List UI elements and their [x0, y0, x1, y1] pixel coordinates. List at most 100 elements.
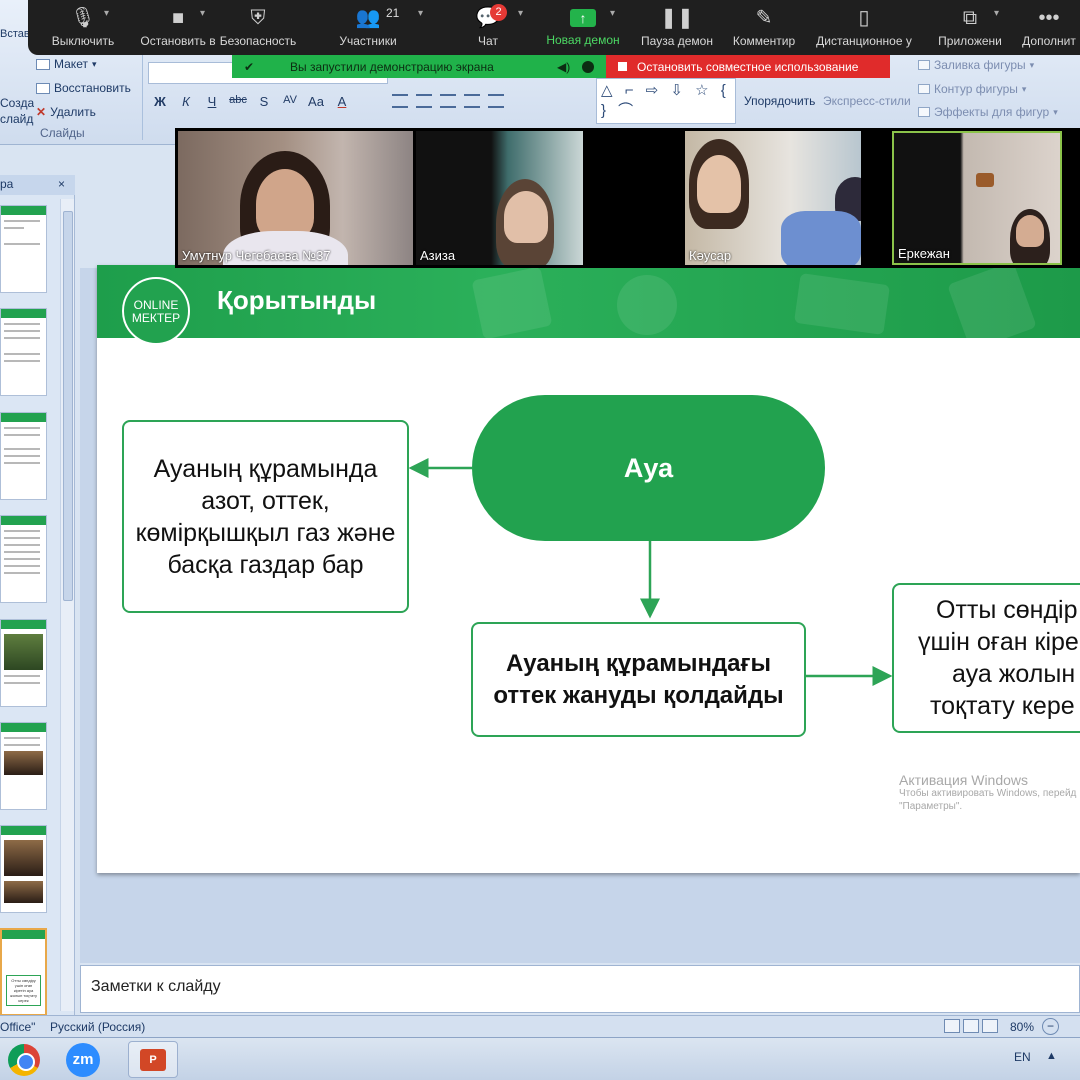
- justify-icon[interactable]: [464, 94, 480, 108]
- participant-face: [697, 155, 741, 213]
- normal-view-icon[interactable]: [944, 1019, 960, 1033]
- chat-icon: 💬: [475, 7, 501, 29]
- pin-icon: ✔: [244, 59, 255, 74]
- slide-thumbnail-selected[interactable]: Отты сөндіру үшін оған кіретін ауа жолын…: [0, 928, 47, 1016]
- current-slide[interactable]: ONLINE МЕКТЕР Қорытынды Ауа Ауаның құрам…: [97, 265, 1080, 873]
- chevron-down-icon[interactable]: ▾: [104, 8, 109, 19]
- chevron-down-icon[interactable]: ▾: [418, 8, 423, 19]
- strikethrough-button[interactable]: abc: [228, 94, 248, 109]
- layout-button[interactable]: Макет ▾: [36, 57, 97, 71]
- chrome-icon: [8, 1044, 40, 1076]
- security-button[interactable]: ⛨ Безопасность: [218, 0, 298, 55]
- zoom-taskbar-button[interactable]: zm: [64, 1041, 104, 1078]
- participant-face: [1016, 215, 1044, 247]
- shield-icon: [582, 60, 594, 73]
- slide-thumbnail[interactable]: [0, 205, 47, 293]
- delete-slide-button[interactable]: ✕ Удалить: [36, 105, 96, 119]
- shape-effects-button[interactable]: Эффекты для фигур ▾: [918, 105, 1058, 119]
- slide-thumbnail[interactable]: [0, 412, 47, 500]
- chat-button[interactable]: 💬 Чат: [458, 0, 518, 55]
- case-button[interactable]: Aa: [306, 94, 326, 109]
- zoom-level[interactable]: 80%: [1010, 1020, 1034, 1034]
- slideshow-icon[interactable]: [982, 1019, 998, 1033]
- slides-tab[interactable]: ра: [0, 177, 13, 191]
- annotate-button[interactable]: ✎ Комментир: [726, 0, 802, 55]
- align-right-icon[interactable]: [440, 94, 456, 108]
- speaker-icon[interactable]: ◀): [557, 60, 570, 74]
- stop-icon: [618, 62, 627, 71]
- more-icon: •••: [1038, 7, 1060, 29]
- pen-icon: ✎: [755, 7, 773, 29]
- italic-button[interactable]: К: [176, 94, 196, 109]
- slide-thumbnail[interactable]: [0, 515, 47, 603]
- zoom-out-icon[interactable]: −: [1042, 1018, 1059, 1035]
- font-format-buttons: Ж К Ч abc S AV Aa A: [150, 94, 352, 109]
- mouse-icon: ▯: [858, 7, 870, 29]
- participant-count: 21: [386, 6, 400, 20]
- slide-sorter-icon[interactable]: [963, 1019, 979, 1033]
- bold-button[interactable]: Ж: [150, 94, 170, 109]
- video-tile-active-speaker[interactable]: Еркежан: [892, 131, 1062, 265]
- chevron-down-icon[interactable]: ▾: [200, 8, 205, 19]
- delete-icon: ✕: [36, 105, 47, 119]
- new-slide-button[interactable]: Создать слайд: [0, 95, 34, 127]
- zoom-meeting-toolbar: 🎙 Выключить ▾ ■ Остановить в ▾ ⛨ Безопас…: [28, 0, 1080, 55]
- zoom-icon: zm: [66, 1043, 100, 1077]
- shadow-button[interactable]: S: [254, 94, 274, 109]
- shape-fill-button[interactable]: Заливка фигуры ▾: [918, 58, 1034, 72]
- slide-thumbnail[interactable]: [0, 619, 47, 707]
- slides-panel: ра × Отты сөндіру үшін оған кіретін ауа …: [0, 175, 75, 1016]
- stop-share-button[interactable]: Остановить совместное использование: [606, 55, 890, 78]
- scroll-thumb[interactable]: [63, 211, 73, 601]
- video-tile[interactable]: Азиза: [416, 131, 583, 265]
- arrange-button[interactable]: Упорядочить: [744, 94, 815, 108]
- shape-outline-button[interactable]: Контур фигуры ▾: [918, 82, 1026, 96]
- stop-video-button[interactable]: ■ Остановить в: [128, 0, 228, 55]
- reset-icon: [36, 82, 50, 94]
- windows-taskbar: zm P EN ▲: [0, 1037, 1080, 1080]
- align-center-icon[interactable]: [416, 94, 432, 108]
- powerpoint-taskbar-button[interactable]: P: [128, 1041, 178, 1078]
- reset-button[interactable]: Восстановить: [36, 81, 131, 95]
- align-left-icon[interactable]: [392, 94, 408, 108]
- bottom-box-oxygen-burning: Ауаның құрамындағы оттек жануды қолдайды: [471, 622, 806, 737]
- participant-face: [504, 191, 548, 243]
- input-language[interactable]: EN: [1014, 1050, 1031, 1064]
- quick-styles-button[interactable]: Экспресс-стили: [823, 94, 911, 108]
- spacing-button[interactable]: AV: [280, 94, 300, 109]
- language-indicator[interactable]: Русский (Россия): [50, 1020, 145, 1034]
- participant-name: Еркежан: [898, 246, 950, 261]
- chevron-down-icon[interactable]: ▾: [518, 8, 523, 19]
- slide-thumbnail[interactable]: [0, 308, 47, 396]
- video-tile[interactable]: Кәусар: [685, 131, 861, 265]
- chrome-taskbar-button[interactable]: [4, 1041, 44, 1078]
- chevron-down-icon[interactable]: ▾: [994, 8, 999, 19]
- slide-thumbnail[interactable]: [0, 722, 47, 810]
- ribbon-tab-insert[interactable]: Встав: [0, 28, 28, 40]
- slide-thumbnail[interactable]: [0, 825, 47, 913]
- shapes-gallery[interactable]: △ ⌐ ⇨ ⇩ ☆ { } ⌒: [596, 78, 736, 124]
- pause-share-button[interactable]: ❚❚ Пауза демон: [634, 0, 720, 55]
- columns-icon[interactable]: [488, 94, 504, 108]
- effects-icon: [918, 107, 930, 117]
- video-tile[interactable]: Умутнур Чегебаева №37: [178, 131, 413, 265]
- chevron-down-icon[interactable]: ▾: [610, 8, 615, 19]
- tray-chevron-icon[interactable]: ▲: [1046, 1050, 1057, 1062]
- participant-name: Азиза: [420, 248, 456, 263]
- notes-placeholder: Заметки к слайду: [91, 978, 221, 995]
- participant-name: Кәусар: [689, 248, 732, 263]
- underline-button[interactable]: Ч: [202, 94, 222, 109]
- right-box-extinguish: Отты сөндір үшін оған кіре ауа жолын тоқ…: [892, 583, 1080, 733]
- layout-icon: [36, 58, 50, 70]
- close-icon[interactable]: ×: [58, 177, 65, 191]
- slides-panel-scrollbar[interactable]: [60, 199, 74, 1011]
- mute-button[interactable]: 🎙 Выключить: [38, 0, 128, 55]
- windows-activation-watermark: Активация Windows Чтобы активировать Win…: [899, 772, 1077, 812]
- sharing-banner: ✔ Вы запустили демонстрацию экрана ◀): [232, 55, 606, 78]
- more-button[interactable]: ••• Дополнит: [1018, 0, 1080, 55]
- font-color-button[interactable]: A: [332, 94, 352, 109]
- pause-icon: ❚❚: [660, 7, 694, 29]
- ribbon-divider: [142, 55, 143, 140]
- remote-control-button[interactable]: ▯ Дистанционное у: [810, 0, 918, 55]
- slide-notes-field[interactable]: Заметки к слайду: [80, 965, 1080, 1013]
